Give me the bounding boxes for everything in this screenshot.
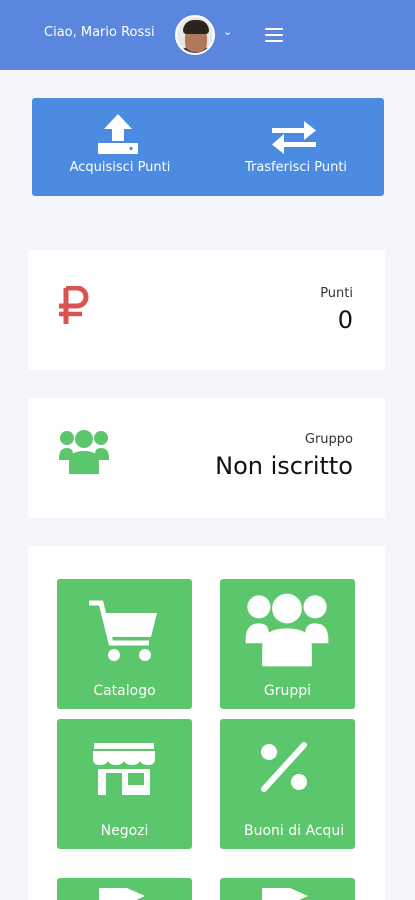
shopping-cart-icon xyxy=(89,600,157,661)
group-label: Gruppo xyxy=(304,432,353,447)
group-card: Gruppo Non iscritto xyxy=(28,398,385,518)
tile-catalogo[interactable]: Catalogo xyxy=(57,579,192,709)
points-label: Punti xyxy=(320,286,353,301)
user-greeting: Ciao, Mario Rossi xyxy=(44,25,155,40)
upload-icon xyxy=(98,114,138,154)
transfer-points-label: Trasferisci Punti xyxy=(244,160,348,175)
group-value: Non iscritto xyxy=(215,452,353,480)
transfer-arrows-icon xyxy=(272,121,316,154)
tile-buoni[interactable]: Buoni di Acqui xyxy=(220,719,355,849)
menu-grid: Catalogo Gruppi Negozi Buoni di Acqui xyxy=(28,546,385,900)
transfer-points-button[interactable]: Trasferisci Punti xyxy=(208,98,384,196)
users-group-icon xyxy=(59,430,109,474)
tile-buoni-label: Buoni di Acqui xyxy=(244,823,345,839)
acquire-points-label: Acquisisci Punti xyxy=(69,160,171,175)
ruble-currency-icon xyxy=(59,286,89,324)
users-group-icon xyxy=(245,593,329,667)
avatar-hair xyxy=(183,20,209,34)
tile-gruppi-label: Gruppi xyxy=(263,683,312,699)
acquire-points-button[interactable]: Acquisisci Punti xyxy=(32,98,208,196)
hamburger-menu-icon[interactable] xyxy=(265,28,283,42)
tile-catalogo-label: Catalogo xyxy=(93,683,156,699)
avatar[interactable] xyxy=(175,15,215,55)
tile-partial-right[interactable] xyxy=(220,878,355,900)
tile-negozi-label: Negozi xyxy=(100,823,149,839)
tile-gruppi[interactable]: Gruppi xyxy=(220,579,355,709)
tile-partial-icon xyxy=(99,888,145,900)
points-value: 0 xyxy=(337,306,353,334)
tile-partial-left[interactable] xyxy=(57,878,192,900)
chevron-down-icon[interactable]: ⌄ xyxy=(223,25,232,38)
percent-icon xyxy=(261,742,307,792)
top-header: Ciao, Mario Rossi ⌄ xyxy=(0,0,415,70)
action-bar: Acquisisci Punti Trasferisci Punti xyxy=(32,98,384,196)
points-card: Punti 0 xyxy=(28,250,385,370)
store-icon xyxy=(93,743,155,795)
tile-partial-icon xyxy=(262,888,308,900)
tile-negozi[interactable]: Negozi xyxy=(57,719,192,849)
